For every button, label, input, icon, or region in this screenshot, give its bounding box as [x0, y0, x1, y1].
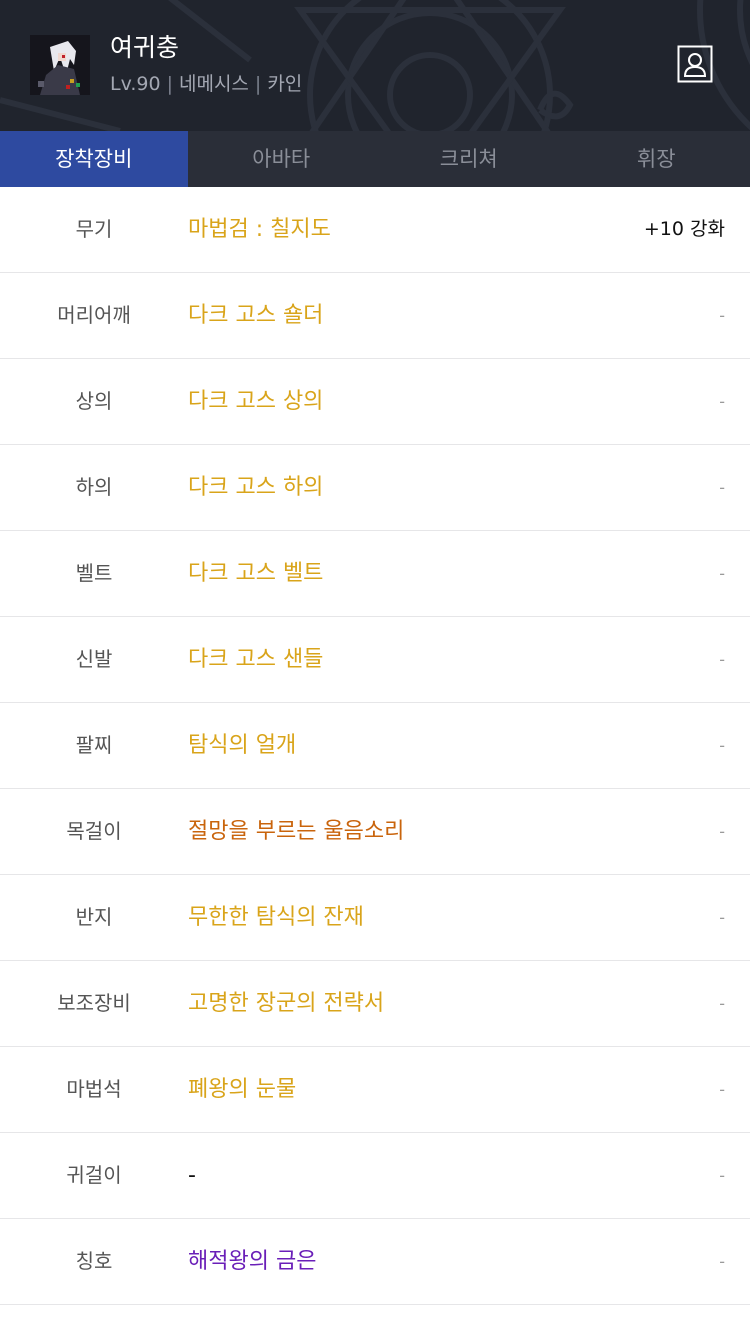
equipment-enhancement: -: [719, 650, 725, 669]
equipment-item-name[interactable]: 다크 고스 샌들: [188, 617, 323, 702]
equipment-slot-label: 신발: [75, 647, 113, 671]
equipment-slot-label: 팔찌: [75, 733, 113, 757]
equipment-slot-label: 보조장비: [57, 991, 131, 1015]
tab-avatar[interactable]: 아바타: [188, 131, 376, 187]
equipment-slot-label: 반지: [75, 905, 113, 929]
equipment-row[interactable]: 머리어깨 다크 고스 숄더 -: [0, 273, 750, 359]
equipment-enhancement: -: [719, 908, 725, 927]
info-divider: |: [254, 73, 262, 95]
equipment-enhancement: +10 강화: [643, 218, 725, 240]
equipment-tabs: 장착장비 아바타 크리쳐 휘장: [0, 131, 750, 187]
equipment-enhancement: -: [719, 1080, 725, 1099]
equipment-row[interactable]: 하의 다크 고스 하의 -: [0, 445, 750, 531]
equipment-row[interactable]: 보조장비 고명한 장군의 전략서 -: [0, 961, 750, 1047]
equipment-row[interactable]: 마법석 폐왕의 눈물 -: [0, 1047, 750, 1133]
equipment-item-name[interactable]: 폐왕의 눈물: [188, 1047, 296, 1132]
equipment-enhancement: -: [719, 736, 725, 755]
character-server: 네메시스: [178, 73, 249, 95]
equipment-row[interactable]: 목걸이 절망을 부르는 울음소리 -: [0, 789, 750, 875]
avatar[interactable]: [30, 35, 90, 95]
equipment-item-name[interactable]: 절망을 부르는 울음소리: [188, 789, 404, 874]
character-info: Lv.90 | 네메시스 | 카인: [110, 71, 302, 97]
tab-equipment[interactable]: 장착장비: [0, 131, 188, 187]
equipment-slot-label: 머리어깨: [57, 303, 131, 327]
character-header: 여귀충 Lv.90 | 네메시스 | 카인: [0, 0, 750, 131]
equipment-enhancement: -: [719, 1252, 725, 1271]
character-portrait-icon: [30, 35, 90, 95]
equipment-item-name[interactable]: 마법검 : 칠지도: [188, 187, 331, 272]
equipment-enhancement: -: [719, 1166, 725, 1185]
info-divider: |: [166, 73, 173, 95]
profile-icon: [677, 45, 713, 83]
equipment-slot-label: 무기: [75, 217, 113, 241]
equipment-item-name[interactable]: 탐식의 얼개: [188, 703, 296, 788]
tab-insignia[interactable]: 휘장: [563, 131, 750, 187]
equipment-item-name[interactable]: -: [188, 1133, 196, 1218]
equipment-enhancement: -: [719, 392, 725, 411]
equipment-slot-label: 마법석: [66, 1077, 122, 1101]
equipment-item-name[interactable]: 다크 고스 하의: [188, 445, 323, 530]
equipment-row[interactable]: 신발 다크 고스 샌들 -: [0, 617, 750, 703]
equipment-enhancement: -: [719, 822, 725, 841]
profile-button[interactable]: [677, 45, 713, 83]
equipment-slot-label: 칭호: [75, 1249, 113, 1273]
equipment-row[interactable]: 팔찌 탐식의 얼개 -: [0, 703, 750, 789]
tab-creature[interactable]: 크리쳐: [375, 131, 563, 187]
equipment-enhancement: -: [719, 306, 725, 325]
equipment-enhancement: -: [719, 564, 725, 583]
character-name: 여귀충: [110, 33, 180, 62]
equipment-item-name[interactable]: 다크 고스 숄더: [188, 273, 323, 358]
equipment-list: 무기 마법검 : 칠지도 +10 강화머리어깨 다크 고스 숄더 - 상의 다크 고스 상의…: [0, 187, 750, 1305]
equipment-row[interactable]: 칭호 해적왕의 금은 -: [0, 1219, 750, 1305]
equipment-slot-label: 귀걸이: [66, 1163, 122, 1187]
equipment-item-name[interactable]: 다크 고스 벨트: [188, 531, 323, 616]
equipment-row[interactable]: 상의 다크 고스 상의 -: [0, 359, 750, 445]
equipment-item-name[interactable]: 고명한 장군의 전략서: [188, 961, 384, 1046]
character-job: 카인: [267, 73, 303, 95]
equipment-row[interactable]: 벨트 다크 고스 벨트 -: [0, 531, 750, 617]
equipment-item-name[interactable]: 해적왕의 금은: [188, 1219, 316, 1304]
equipment-row[interactable]: 반지 무한한 탐식의 잔재 -: [0, 875, 750, 961]
equipment-item-name[interactable]: 다크 고스 상의: [188, 359, 323, 444]
equipment-slot-label: 하의: [75, 475, 113, 499]
equipment-item-name[interactable]: 무한한 탐식의 잔재: [188, 875, 364, 960]
equipment-enhancement: -: [719, 478, 725, 497]
equipment-enhancement: -: [719, 994, 725, 1013]
equipment-row[interactable]: 무기 마법검 : 칠지도 +10 강화: [0, 187, 750, 273]
equipment-slot-label: 상의: [75, 389, 113, 413]
character-level: Lv.90: [110, 73, 161, 95]
equipment-slot-label: 목걸이: [66, 819, 122, 843]
equipment-row[interactable]: 귀걸이 - -: [0, 1133, 750, 1219]
equipment-slot-label: 벨트: [75, 561, 113, 585]
header-background-pattern: [0, 0, 750, 131]
